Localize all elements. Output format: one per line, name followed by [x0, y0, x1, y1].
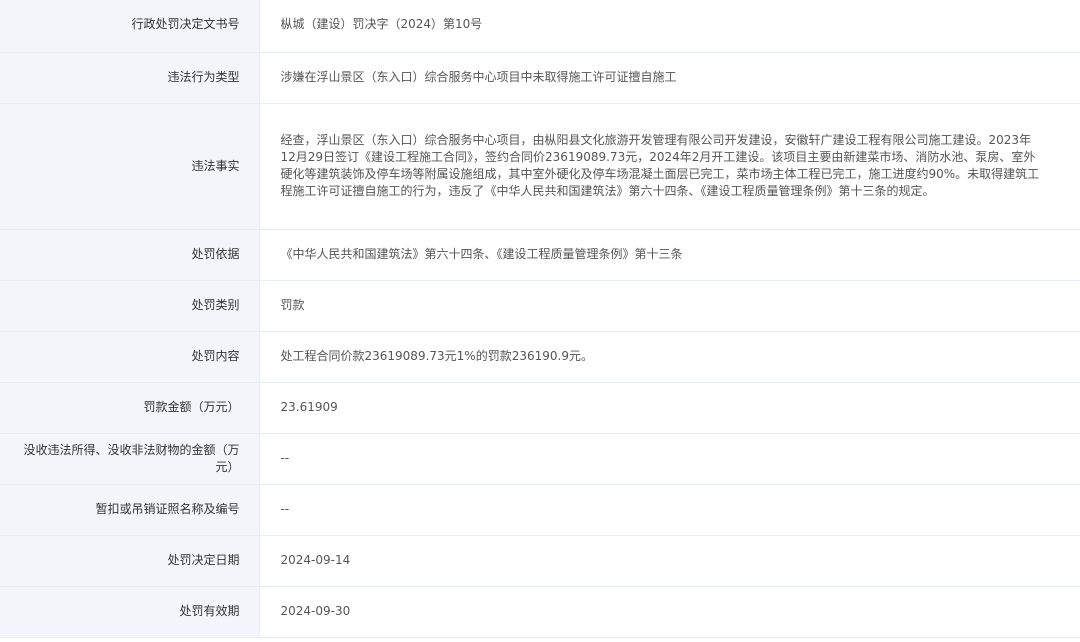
row-value: 处工程合同价款23619089.73元1%的罚款236190.9元。: [259, 331, 1080, 383]
row-value: 2024-09-14: [259, 535, 1080, 587]
row-label: 暂扣或吊销证照名称及编号: [0, 484, 260, 536]
table-row: 没收违法所得、没收非法财物的金额（万元） --: [0, 433, 1080, 485]
row-value: 涉嫌在浮山景区（东入口）综合服务中心项目中未取得施工许可证擅自施工: [259, 52, 1080, 104]
row-value: --: [259, 433, 1080, 485]
row-value: 枞城（建设）罚决字（2024）第10号: [259, 0, 1080, 53]
row-label: 罚款金额（万元）: [0, 382, 260, 434]
row-value: 罚款: [259, 280, 1080, 332]
row-value: 经查，浮山景区（东入口）综合服务中心项目，由枞阳县文化旅游开发管理有限公司开发建…: [259, 103, 1080, 230]
row-value: 《中华人民共和国建筑法》第六十四条、《建设工程质量管理条例》第十三条: [259, 229, 1080, 281]
row-label: 处罚内容: [0, 331, 260, 383]
table-row: 违法行为类型 涉嫌在浮山景区（东入口）综合服务中心项目中未取得施工许可证擅自施工: [0, 52, 1080, 104]
table-row: 暂扣或吊销证照名称及编号 --: [0, 484, 1080, 536]
row-label: 处罚决定日期: [0, 535, 260, 587]
table-row: 罚款金额（万元） 23.61909: [0, 382, 1080, 434]
row-value: 2024-09-30: [259, 586, 1080, 638]
table-row: 处罚内容 处工程合同价款23619089.73元1%的罚款236190.9元。: [0, 331, 1080, 383]
row-value: 23.61909: [259, 382, 1080, 434]
table-row: 行政处罚决定文书号 枞城（建设）罚决字（2024）第10号: [0, 0, 1080, 53]
row-label: 处罚有效期: [0, 586, 260, 638]
penalty-detail-table: 行政处罚决定文书号 枞城（建设）罚决字（2024）第10号 违法行为类型 涉嫌在…: [0, 0, 1080, 638]
row-label: 违法事实: [0, 103, 260, 230]
table-row: 处罚决定日期 2024-09-14: [0, 535, 1080, 587]
row-value: --: [259, 484, 1080, 536]
table-row: 处罚依据 《中华人民共和国建筑法》第六十四条、《建设工程质量管理条例》第十三条: [0, 229, 1080, 281]
row-label: 处罚依据: [0, 229, 260, 281]
table-row: 处罚有效期 2024-09-30: [0, 586, 1080, 638]
row-label: 没收违法所得、没收非法财物的金额（万元）: [0, 433, 260, 485]
table-row: 处罚类别 罚款: [0, 280, 1080, 332]
row-label: 行政处罚决定文书号: [0, 0, 260, 53]
row-label: 违法行为类型: [0, 52, 260, 104]
table-row: 违法事实 经查，浮山景区（东入口）综合服务中心项目，由枞阳县文化旅游开发管理有限…: [0, 103, 1080, 230]
row-label: 处罚类别: [0, 280, 260, 332]
